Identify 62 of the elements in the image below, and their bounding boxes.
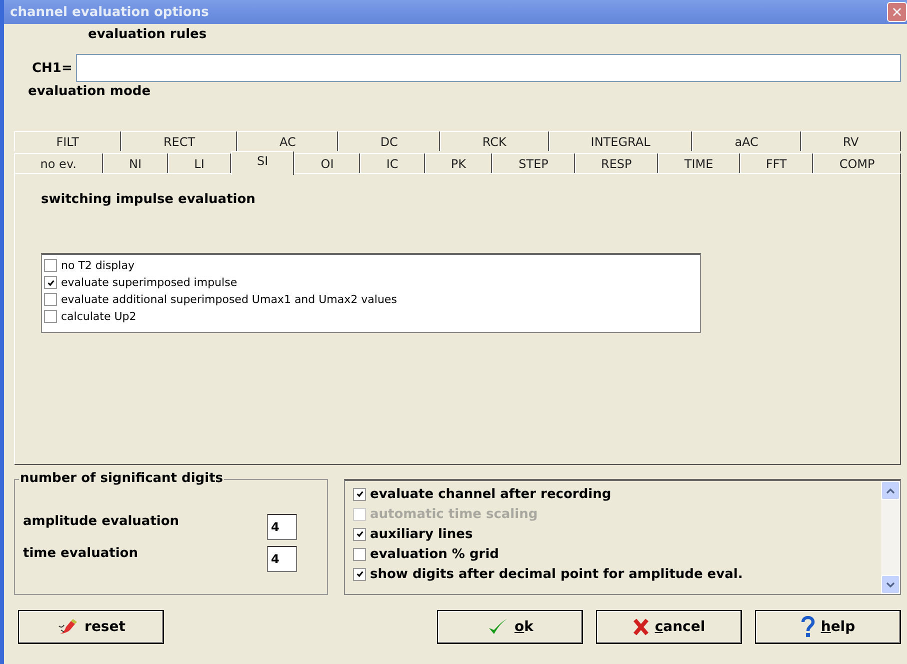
option-label: show digits after decimal point for amplitude eval.: [370, 566, 743, 582]
check-mark-icon: [354, 569, 364, 579]
cancel-button[interactable]: cancel: [596, 610, 742, 644]
tab[interactable]: LI: [168, 153, 231, 173]
eraser-icon: [56, 617, 79, 637]
window-title: channel evaluation options: [10, 4, 209, 20]
reset-button[interactable]: reset: [18, 610, 164, 644]
section-heading: evaluation rules: [88, 27, 207, 42]
field-label: CH1=: [32, 60, 72, 76]
checkbox[interactable]: [353, 568, 366, 580]
ok-button[interactable]: ok: [437, 610, 583, 644]
cross-icon: [632, 618, 649, 636]
tab[interactable]: STEP: [492, 153, 575, 173]
tab[interactable]: OI: [294, 153, 360, 173]
group-title: number of significant digits: [19, 471, 224, 486]
option-label: evaluate channel after recording: [370, 486, 612, 502]
scroll-down-icon[interactable]: [881, 575, 900, 594]
tab[interactable]: RV: [800, 131, 901, 151]
tab[interactable]: aAC: [692, 131, 801, 151]
check-mark-icon: [354, 529, 364, 539]
option-label: no T2 display: [61, 259, 134, 272]
digits-input-field[interactable]: 4: [267, 546, 297, 572]
tab[interactable]: FFT: [740, 153, 814, 173]
tab[interactable]: NI: [102, 153, 168, 173]
field-label: amplitude evaluation: [23, 514, 180, 529]
option-label: auxiliary lines: [370, 526, 473, 542]
checkbox[interactable]: [44, 293, 57, 306]
tab[interactable]: no ev.: [14, 153, 103, 173]
tab[interactable]: COMP: [813, 153, 902, 173]
tab[interactable]: IC: [360, 153, 425, 173]
tab[interactable]: SI: [230, 151, 294, 175]
option-label: evaluate superimposed impulse: [61, 276, 238, 289]
checkbox[interactable]: [44, 259, 57, 272]
section-heading: evaluation mode: [28, 84, 151, 99]
digits-input-field[interactable]: 4: [267, 514, 297, 540]
tab[interactable]: DC: [338, 131, 440, 151]
checkbox[interactable]: [353, 528, 366, 540]
option-label: automatic time scaling: [370, 506, 538, 522]
option-label: calculate Up2: [61, 310, 136, 323]
checkbox[interactable]: [353, 488, 366, 500]
scroll-bar[interactable]: [881, 481, 900, 594]
tab[interactable]: TIME: [658, 153, 740, 173]
checkbox[interactable]: [44, 276, 57, 289]
rule-input-field[interactable]: [76, 54, 901, 82]
tab[interactable]: PK: [424, 153, 492, 173]
question-mark-icon: [800, 616, 815, 638]
checkbox[interactable]: [44, 310, 57, 323]
option-label: evaluation % grid: [370, 546, 499, 562]
field-label: time evaluation: [23, 546, 138, 561]
panel-title: switching impulse evaluation: [41, 192, 256, 207]
scroll-up-icon[interactable]: [881, 481, 900, 500]
tab[interactable]: FILT: [14, 131, 122, 151]
option-label: evaluate additional superimposed Umax1 and Umax2 values: [61, 293, 397, 306]
tab[interactable]: INTEGRAL: [548, 131, 692, 151]
tab[interactable]: RECT: [121, 131, 238, 151]
tab[interactable]: RESP: [574, 153, 658, 173]
tab[interactable]: RCK: [440, 131, 549, 151]
help-button[interactable]: help: [755, 610, 901, 644]
checkbox[interactable]: [353, 548, 366, 560]
check-mark-icon: [354, 489, 364, 499]
check-mark-icon: [46, 278, 56, 288]
tab[interactable]: AC: [237, 131, 338, 151]
